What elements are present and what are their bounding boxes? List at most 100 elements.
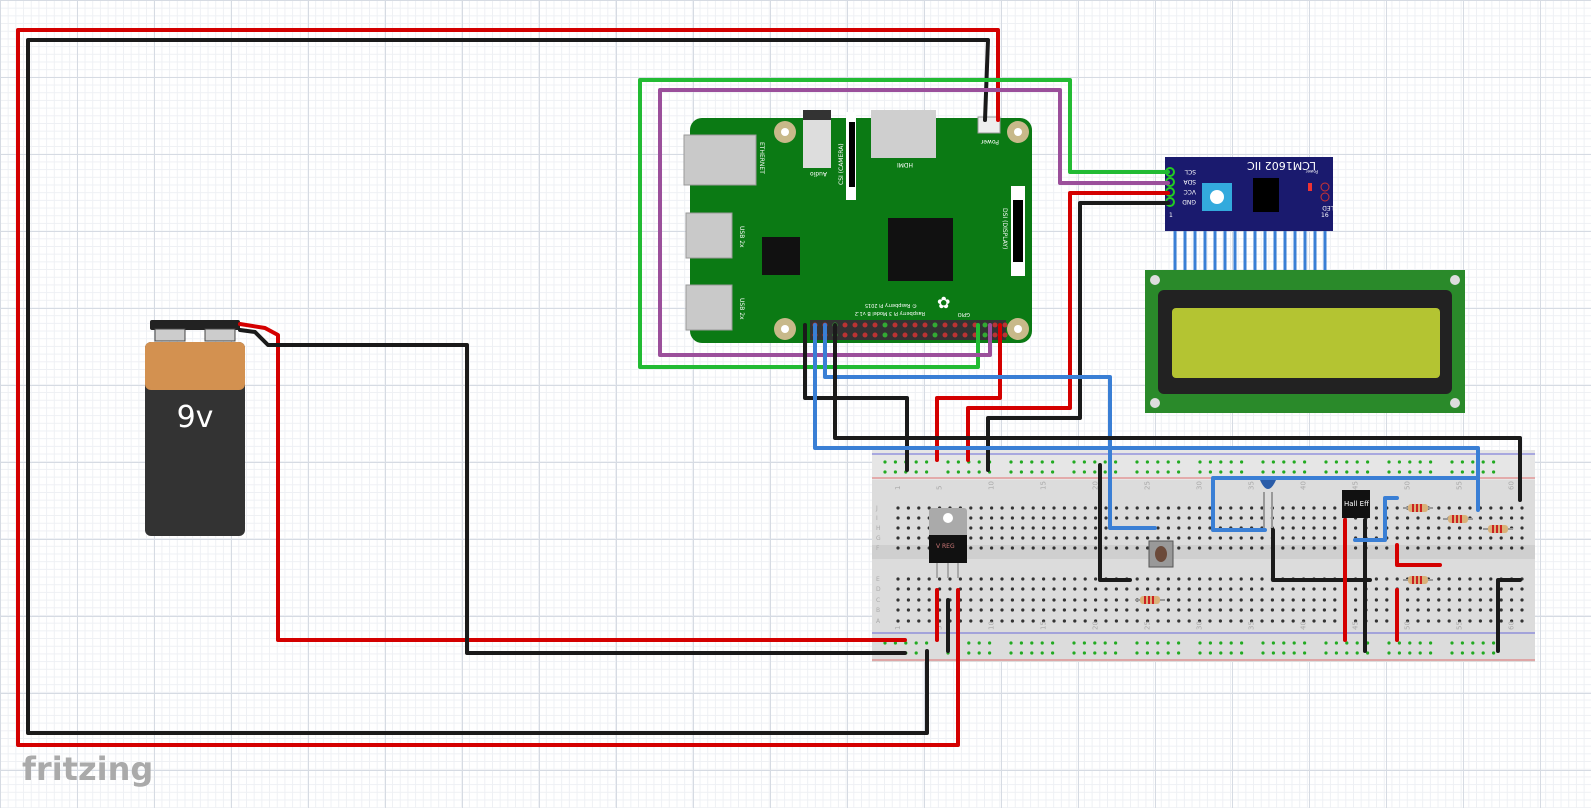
- column-label: 55: [1456, 621, 1464, 630]
- rail-hole: [1387, 651, 1391, 655]
- breadboard-hole: [1489, 619, 1493, 623]
- gpio-pin[interactable]: [982, 322, 988, 328]
- breadboard-hole: [896, 598, 900, 602]
- gpio-pin[interactable]: [852, 332, 858, 338]
- gpio-pin[interactable]: [872, 332, 878, 338]
- gpio-pin[interactable]: [992, 332, 998, 338]
- column-label: 30: [1196, 621, 1204, 630]
- rail-hole: [1324, 651, 1328, 655]
- rail-hole: [1229, 470, 1233, 474]
- gpio-pin[interactable]: [982, 332, 988, 338]
- gpio-pin[interactable]: [942, 322, 948, 328]
- breadboard-hole: [1426, 526, 1430, 530]
- rail-hole: [1355, 641, 1359, 645]
- gpio-pin[interactable]: [922, 322, 928, 328]
- rail-hole: [1229, 460, 1233, 464]
- gpio-pin[interactable]: [962, 332, 968, 338]
- breadboard-hole: [1229, 506, 1233, 510]
- breadboard-hole: [1333, 598, 1337, 602]
- breadboard-hole: [1520, 536, 1524, 540]
- breadboard-hole: [1322, 619, 1326, 623]
- breadboard-hole: [1385, 577, 1389, 581]
- breadboard-hole: [1104, 598, 1108, 602]
- gpio-pin[interactable]: [842, 322, 848, 328]
- gpio-pin[interactable]: [902, 322, 908, 328]
- breadboard-hole: [1260, 619, 1264, 623]
- rail-hole: [1429, 641, 1433, 645]
- rail-hole: [1261, 470, 1265, 474]
- gpio-pin[interactable]: [962, 322, 968, 328]
- breadboard-hole: [1416, 536, 1420, 540]
- gpio-pin[interactable]: [992, 322, 998, 328]
- gpio-pin[interactable]: [892, 332, 898, 338]
- rail-hole: [1198, 470, 1202, 474]
- gpio-pin[interactable]: [882, 332, 888, 338]
- row-label: B: [876, 607, 880, 614]
- breadboard-hole: [1437, 598, 1441, 602]
- gpio-pin[interactable]: [1002, 322, 1008, 328]
- breadboard-hole: [1000, 526, 1004, 530]
- gpio-pin[interactable]: [932, 322, 938, 328]
- fritzing-canvas[interactable]: 1 5 10 15 20 25 30 35 40 45 50 55 60 1 5 10 15 20 25 30 35 4…: [0, 0, 1591, 808]
- breadboard-hole: [1000, 587, 1004, 591]
- breadboard-hole: [896, 506, 900, 510]
- rail-hole: [1271, 651, 1275, 655]
- gpio-pin[interactable]: [872, 322, 878, 328]
- rail-hole: [1471, 460, 1475, 464]
- rail-hole: [1072, 470, 1076, 474]
- push-button[interactable]: [1148, 540, 1174, 568]
- gpio-pin[interactable]: [842, 332, 848, 338]
- rail-hole: [1303, 651, 1307, 655]
- gpio-pin[interactable]: [892, 322, 898, 328]
- hall-effect-sensor[interactable]: Hall Eff: [1342, 490, 1370, 518]
- gpio-pin[interactable]: [902, 332, 908, 338]
- breadboard-hole: [1052, 598, 1056, 602]
- rail-hole: [1208, 470, 1212, 474]
- breadboard-hole: [1489, 506, 1493, 510]
- gpio-pin[interactable]: [922, 332, 928, 338]
- gpio-pin[interactable]: [912, 322, 918, 328]
- gpio-pin[interactable]: [942, 332, 948, 338]
- breadboard[interactable]: 1 5 10 15 20 25 30 35 40 45 50 55 60 1 5 10 15 20 25 30 35 4…: [872, 450, 1535, 662]
- breadboard-hole: [927, 587, 931, 591]
- breadboard-hole: [1291, 587, 1295, 591]
- breadboard-hole: [1260, 536, 1264, 540]
- usb-label-1: USB 2x: [738, 226, 745, 248]
- rail-hole: [925, 460, 929, 464]
- rail-hole: [1492, 641, 1496, 645]
- breadboard-hole: [1083, 577, 1087, 581]
- gpio-pin[interactable]: [852, 322, 858, 328]
- breadboard-hole: [990, 526, 994, 530]
- breadboard-hole: [1073, 526, 1077, 530]
- gpio-pin[interactable]: [912, 332, 918, 338]
- breadboard-hole: [1354, 608, 1358, 612]
- gpio-pin[interactable]: [952, 322, 958, 328]
- breadboard-hole: [1218, 506, 1222, 510]
- breadboard-hole: [1114, 598, 1118, 602]
- breadboard-hole: [1302, 598, 1306, 602]
- raspberry-pi-board[interactable]: ETHERNET Audio CSI (CAMERA) HDMI Power D…: [683, 110, 1032, 343]
- rail-hole: [1208, 651, 1212, 655]
- gpio-pin[interactable]: [1002, 332, 1008, 338]
- gpio-pin[interactable]: [882, 322, 888, 328]
- breadboard-hole: [1177, 619, 1181, 623]
- lcd-i2c-module[interactable]: LCM1602 IIC SCL SDA VCC GND Power LED 1 …: [1165, 157, 1334, 231]
- battery-9v[interactable]: 9v: [145, 320, 245, 536]
- rail-hole: [1429, 651, 1433, 655]
- breadboard-hole: [1187, 619, 1191, 623]
- breadboard-hole: [1177, 516, 1181, 520]
- gpio-pin[interactable]: [862, 322, 868, 328]
- breadboard-hole: [1208, 598, 1212, 602]
- gpio-pin[interactable]: [932, 332, 938, 338]
- gpio-pin[interactable]: [952, 332, 958, 338]
- breadboard-hole: [1229, 608, 1233, 612]
- gpio-pin[interactable]: [862, 332, 868, 338]
- breadboard-hole: [917, 536, 921, 540]
- lcd-display[interactable]: [1145, 224, 1465, 413]
- rail-hole: [1408, 460, 1412, 464]
- rail-hole: [1135, 460, 1139, 464]
- ethernet-label: ETHERNET: [758, 142, 765, 174]
- breadboard-hole: [969, 598, 973, 602]
- breadboard-hole: [1333, 506, 1337, 510]
- breadboard-hole: [1229, 577, 1233, 581]
